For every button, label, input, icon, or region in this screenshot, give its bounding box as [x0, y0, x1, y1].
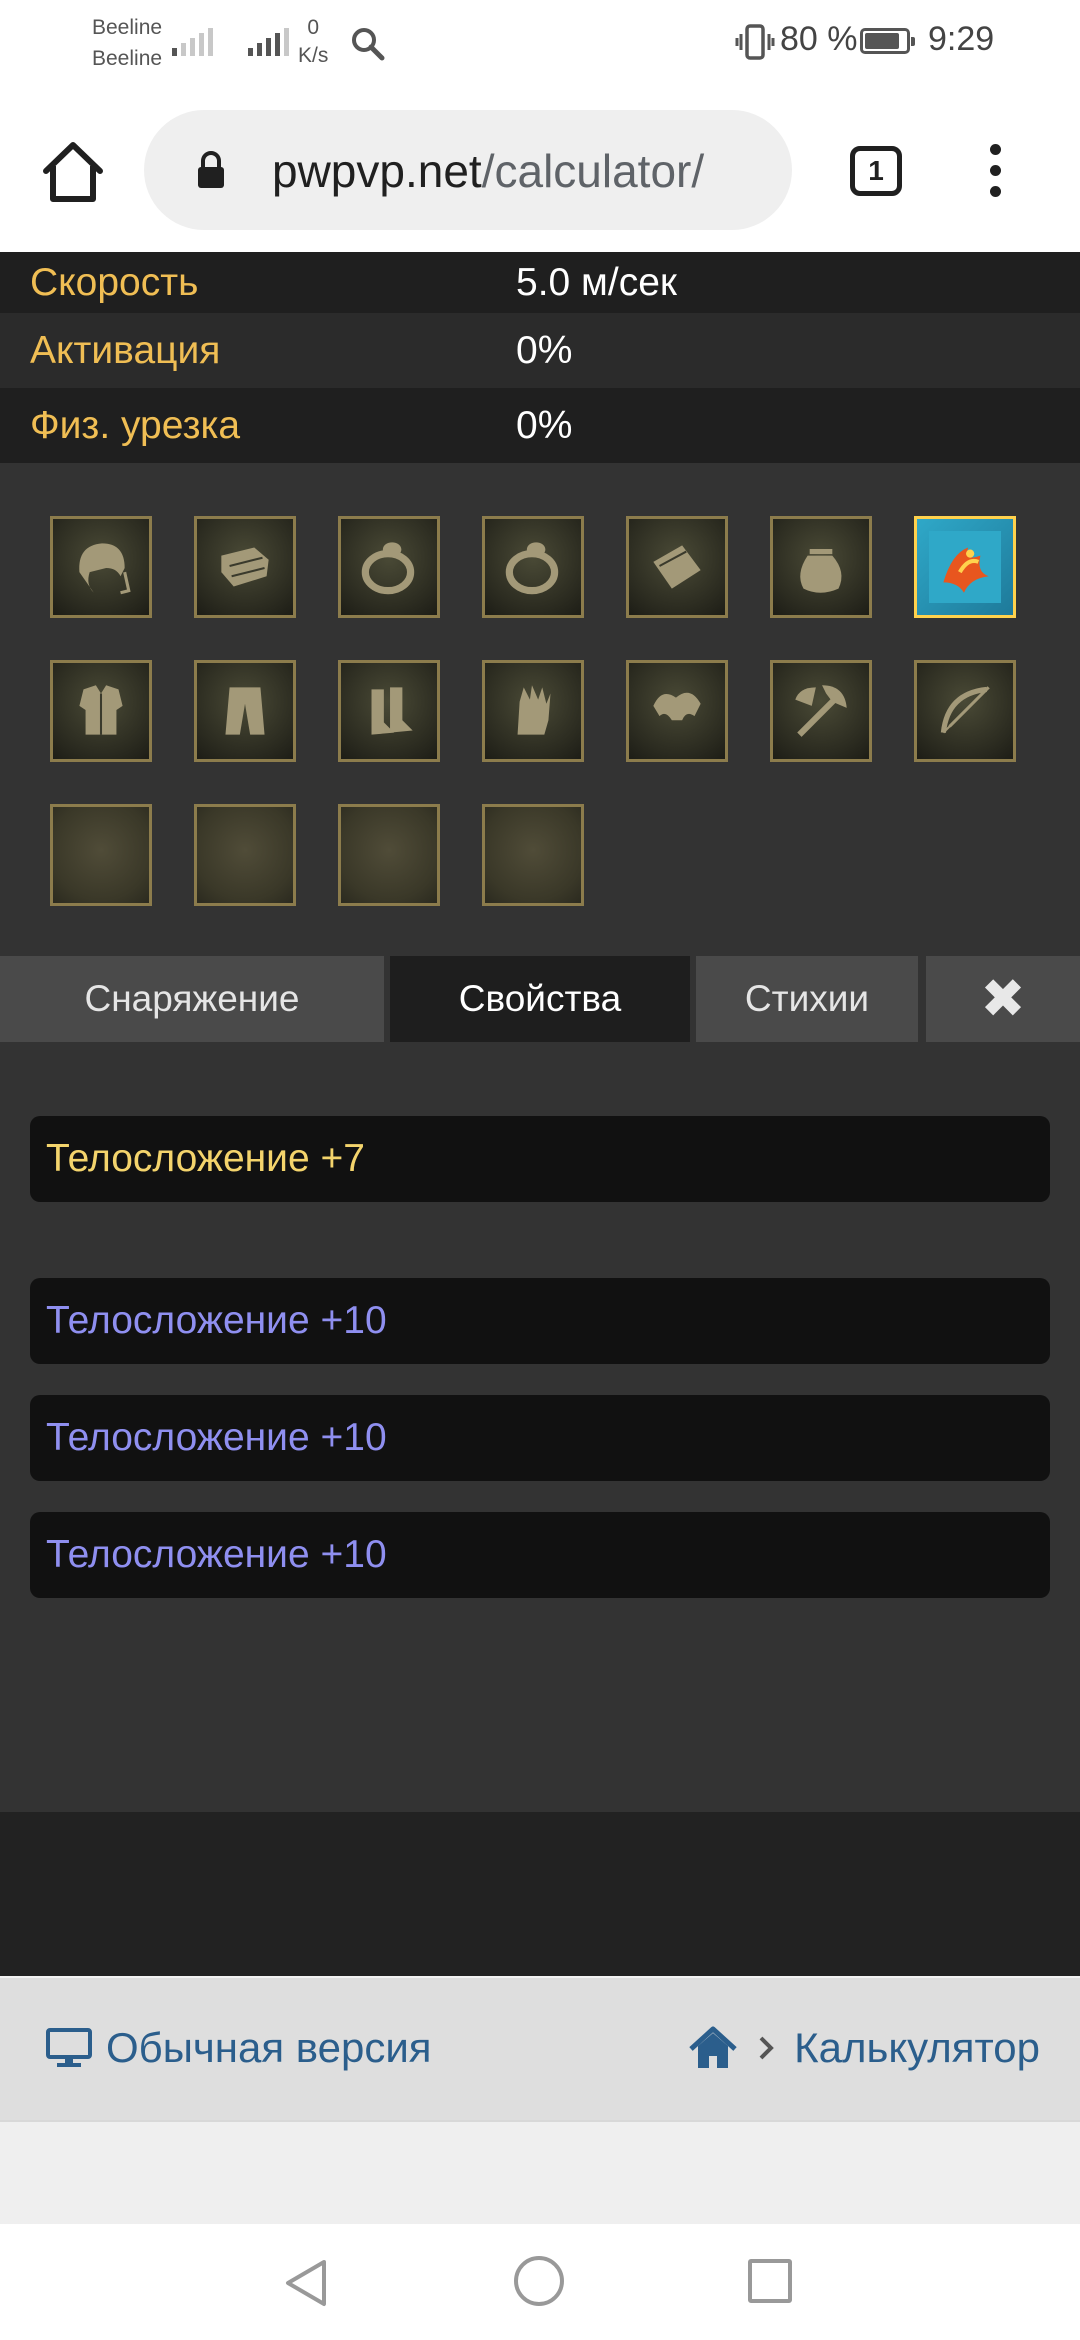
- ranged-slot[interactable]: [914, 660, 1016, 762]
- recent-apps-icon[interactable]: [748, 2259, 792, 2303]
- extra-slot-1[interactable]: [50, 804, 152, 906]
- bracers-slot[interactable]: [194, 516, 296, 618]
- home-button-icon[interactable]: [514, 2256, 564, 2306]
- more-menu-icon[interactable]: [985, 144, 1005, 207]
- bracers-icon: [221, 547, 269, 587]
- vibrate-icon: [735, 24, 775, 60]
- search-icon: [352, 28, 385, 61]
- system-nav-bar: [0, 2224, 1080, 2340]
- url-text: pwpvp.net/calculator/: [272, 144, 704, 198]
- fashion-slot[interactable]: [914, 516, 1016, 618]
- carrier-names: Beeline Beeline: [92, 12, 162, 74]
- property-item: Телосложение +10: [30, 1395, 1050, 1481]
- axe-icon: [795, 685, 847, 737]
- page-end-area: [0, 2120, 1080, 2226]
- equipment-grid: [0, 464, 1080, 956]
- cape-slot[interactable]: [626, 516, 728, 618]
- monitor-icon: [46, 2028, 92, 2067]
- boots-icon: [371, 687, 413, 735]
- ring-icon: [505, 542, 559, 595]
- signal-2-icon: [248, 26, 289, 56]
- shoulders-icon: [653, 692, 701, 721]
- gloves-icon: [517, 685, 551, 735]
- tab-elements[interactable]: Стихии: [696, 956, 918, 1042]
- stat-label: Скорость: [30, 260, 199, 304]
- network-speed-unit: K/s: [298, 44, 329, 67]
- home-icon[interactable]: [688, 2026, 738, 2070]
- extra-slot-4[interactable]: [482, 804, 584, 906]
- breadcrumb-current[interactable]: Калькулятор: [794, 2024, 1040, 2072]
- status-bar: Beeline Beeline 0 K/s 80 % 9:29: [0, 0, 1080, 84]
- close-icon[interactable]: ✖: [926, 956, 1080, 1042]
- url-path: /calculator/: [481, 145, 705, 197]
- armor-slot[interactable]: [50, 660, 152, 762]
- pouch-slot[interactable]: [770, 516, 872, 618]
- gloves-slot[interactable]: [482, 660, 584, 762]
- back-icon[interactable]: [282, 2258, 330, 2308]
- property-item: Телосложение +10: [30, 1512, 1050, 1598]
- properties-panel: Телосложение +7 Телосложение +10 Телосло…: [0, 1042, 1080, 1812]
- stat-value: 0%: [516, 403, 573, 447]
- ring-icon: [361, 542, 415, 595]
- stats-table: Скорость 5.0 м/сек Активация 0% Физ. урезка 0…: [0, 252, 1080, 463]
- helmet-icon: [79, 543, 131, 595]
- breadcrumb: Калькулятор: [688, 2024, 1040, 2072]
- weapon-slot[interactable]: [770, 660, 872, 762]
- page-bottom-area: [0, 1812, 1080, 1976]
- stat-row: Скорость 5.0 м/сек: [0, 252, 1080, 313]
- tab-bar: Снаряжение Свойства Стихии ✖: [0, 956, 1080, 1042]
- tab-switcher-button[interactable]: 1: [850, 146, 902, 196]
- ring-slot-1[interactable]: [338, 516, 440, 618]
- clock: 9:29: [928, 20, 995, 58]
- stat-row: Физ. урезка 0%: [0, 388, 1080, 463]
- extra-slot-2[interactable]: [194, 804, 296, 906]
- carrier-2-label: Beeline: [92, 47, 163, 70]
- boots-slot[interactable]: [338, 660, 440, 762]
- stat-label: Активация: [30, 328, 221, 372]
- property-item: Телосложение +10: [30, 1278, 1050, 1364]
- ring-slot-2[interactable]: [482, 516, 584, 618]
- bow-icon: [940, 686, 990, 734]
- address-bar[interactable]: pwpvp.net/calculator/: [144, 110, 792, 230]
- tab-properties[interactable]: Свойства: [390, 956, 690, 1042]
- armor-icon: [79, 685, 123, 735]
- lock-icon: [198, 151, 224, 188]
- desktop-version-label: Обычная версия: [106, 2024, 432, 2071]
- site-footer: Обычная версия Калькулятор: [0, 1976, 1080, 2122]
- battery-percent: 80 %: [780, 20, 858, 58]
- tab-equipment[interactable]: Снаряжение: [0, 956, 384, 1042]
- stat-value: 0%: [516, 328, 573, 372]
- extra-slot-3[interactable]: [338, 804, 440, 906]
- desktop-version-link[interactable]: Обычная версия: [46, 2024, 432, 2072]
- cape-icon: [653, 545, 701, 589]
- url-domain: pwpvp.net: [272, 145, 482, 197]
- phoenix-icon: [929, 531, 1001, 603]
- signal-1-icon: [172, 26, 213, 56]
- chevron-right-icon: [759, 2036, 774, 2060]
- pants-icon: [225, 687, 265, 735]
- stat-label: Физ. урезка: [30, 403, 241, 447]
- pants-slot[interactable]: [194, 660, 296, 762]
- network-speed-value: 0: [307, 16, 320, 39]
- network-speed: 0 K/s: [298, 14, 328, 70]
- shoulders-slot[interactable]: [626, 660, 728, 762]
- stat-row: Активация 0%: [0, 313, 1080, 388]
- property-item: Телосложение +7: [30, 1116, 1050, 1202]
- carrier-1-label: Beeline: [92, 16, 163, 39]
- helmet-slot[interactable]: [50, 516, 152, 618]
- browser-toolbar: pwpvp.net/calculator/ 1: [0, 84, 1080, 252]
- stat-value: 5.0 м/сек: [516, 260, 677, 304]
- pouch-icon: [800, 549, 842, 593]
- battery-icon: [860, 28, 915, 54]
- home-icon[interactable]: [40, 139, 106, 205]
